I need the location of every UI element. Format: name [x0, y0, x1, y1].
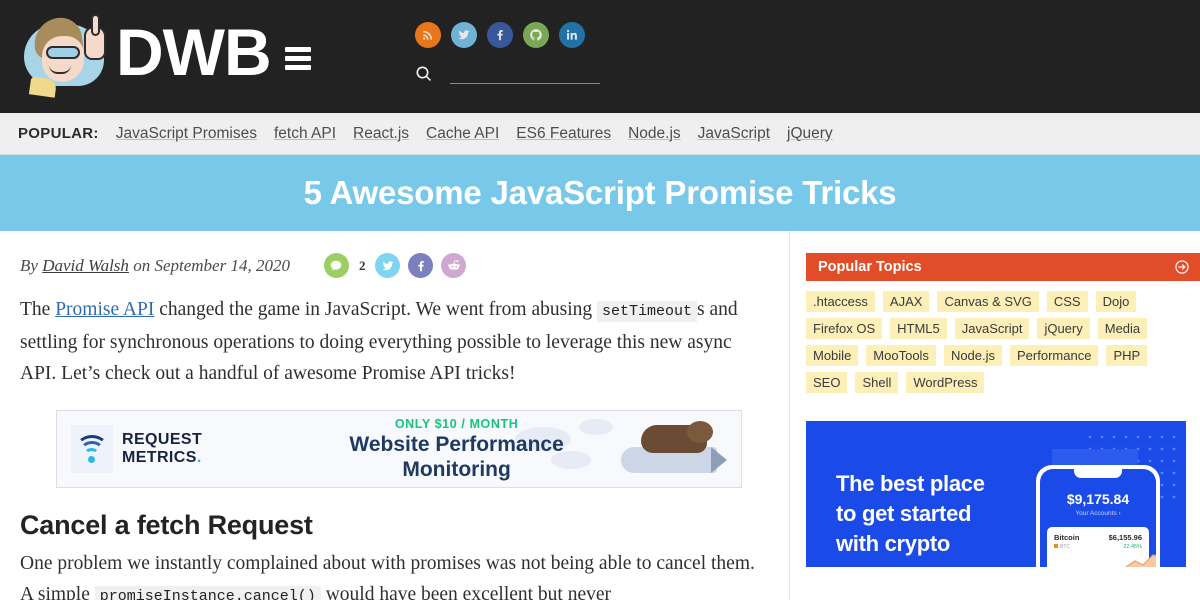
tag-dojo[interactable]: Dojo — [1095, 291, 1137, 312]
comment-icon[interactable] — [323, 253, 349, 278]
article-content: By David Walsh on September 14, 2020 2 T… — [0, 231, 790, 600]
popular-link-jquery[interactable]: jQuery — [787, 125, 833, 143]
popular-link-cache-api[interactable]: Cache API — [426, 125, 499, 143]
asset-price: $6,155.96 — [1108, 533, 1142, 542]
search-icon[interactable] — [415, 65, 433, 83]
tag-php[interactable]: PHP — [1106, 345, 1148, 366]
popular-link-es6-features[interactable]: ES6 Features — [516, 125, 611, 143]
byline-mid: on — [133, 255, 151, 275]
tag-jquery[interactable]: jQuery — [1037, 318, 1090, 339]
tag-mobile[interactable]: Mobile — [806, 345, 859, 366]
promise-api-link[interactable]: Promise API — [55, 299, 154, 320]
twitter-icon[interactable] — [451, 22, 477, 48]
tag-firefox-os[interactable]: Firefox OS — [806, 318, 883, 339]
github-icon[interactable] — [523, 22, 549, 48]
header-right — [415, 22, 600, 84]
crypto-ad-copy: The best place to get started with crypt… — [836, 469, 985, 559]
crypto-ad[interactable]: The best place to get started with crypt… — [806, 421, 1186, 567]
tag-javascript[interactable]: JavaScript — [954, 318, 1030, 339]
inline-code-settimeout: setTimeout — [597, 301, 698, 322]
body-text-2: would have been excellent but never — [320, 584, 612, 600]
your-accounts-link: Your Accounts › — [1075, 510, 1121, 517]
article-meta: By David Walsh on September 14, 2020 2 — [20, 253, 771, 278]
ad-copy: ONLY $10 / MONTH Website Performance Mon… — [172, 417, 741, 482]
account-balance: $9,175.84 — [1066, 491, 1130, 507]
popular-link-javascript[interactable]: JavaScript — [698, 125, 770, 143]
search-input[interactable] — [450, 63, 600, 84]
comment-count: 2 — [358, 257, 366, 273]
ad-headline-line2: Monitoring — [402, 457, 511, 481]
tag-canvas-svg[interactable]: Canvas & SVG — [937, 291, 1039, 312]
request-metrics-ad[interactable]: REQUEST METRICS. ONLY $10 / MONTH Websit… — [56, 410, 742, 488]
page-title: 5 Awesome JavaScript Promise Tricks — [303, 174, 897, 211]
section-paragraph: One problem we instantly complained abou… — [20, 548, 771, 600]
ad-headline-line1: Website Performance — [349, 432, 564, 456]
tag-node-js[interactable]: Node.js — [943, 345, 1003, 366]
intro-text-2: changed the game in JavaScript. We went … — [154, 299, 597, 320]
facebook-icon[interactable] — [487, 22, 513, 48]
section-heading: Cancel a fetch Request — [20, 510, 313, 540]
tag-wordpress[interactable]: WordPress — [906, 372, 985, 393]
tag-css[interactable]: CSS — [1046, 291, 1088, 312]
popular-link-node-js[interactable]: Node.js — [628, 125, 681, 143]
tag-media[interactable]: Media — [1097, 318, 1148, 339]
linkedin-icon[interactable] — [559, 22, 585, 48]
share-buttons: 2 — [323, 253, 467, 278]
brand[interactable]: DWB — [18, 10, 311, 98]
tag-performance[interactable]: Performance — [1010, 345, 1099, 366]
popular-topics-widget-header: Popular Topics — [806, 253, 1200, 281]
share-twitter-icon[interactable] — [375, 253, 401, 278]
sidebar: Popular Topics .htaccess AJAX Canvas & S… — [790, 231, 1200, 600]
share-facebook-icon[interactable] — [408, 253, 434, 278]
site-logo-avatar-icon[interactable] — [18, 10, 110, 98]
byline-prefix: By — [20, 255, 38, 275]
popular-topics-bar: POPULAR: JavaScript Promises fetch API R… — [0, 113, 1200, 155]
phone-mockup: $9,175.84 Your Accounts › Bitcoin BTC $6… — [1036, 465, 1160, 567]
popular-label: POPULAR: — [18, 125, 99, 142]
popular-link-react-js[interactable]: React.js — [353, 125, 409, 143]
post-date: September 14, 2020 — [154, 255, 290, 275]
inline-code-cancel: promiseInstance.cancel() — [94, 586, 321, 600]
tag-mootools[interactable]: MooTools — [866, 345, 936, 366]
intro-paragraph: The Promise API changed the game in Java… — [20, 294, 771, 389]
tag-shell[interactable]: Shell — [855, 372, 899, 393]
hamburger-icon[interactable] — [284, 39, 311, 70]
crypto-line-1: The best place — [836, 471, 985, 496]
share-reddit-icon[interactable] — [441, 253, 467, 278]
asset-card: Bitcoin BTC $6,155.96 22.45% — [1047, 527, 1156, 567]
popular-link-javascript-promises[interactable]: JavaScript Promises — [116, 125, 257, 143]
asset-name: Bitcoin — [1054, 533, 1080, 542]
tag-seo[interactable]: SEO — [806, 372, 848, 393]
author-link[interactable]: David Walsh — [42, 256, 129, 275]
search-area[interactable] — [415, 63, 600, 84]
crypto-line-3: with crypto — [836, 531, 951, 556]
rss-icon[interactable] — [415, 22, 441, 48]
social-links — [415, 22, 600, 48]
ad-kicker: ONLY $10 / MONTH — [394, 416, 519, 431]
page-layout: By David Walsh on September 14, 2020 2 T… — [0, 231, 1200, 600]
tag-htaccess[interactable]: .htaccess — [806, 291, 875, 312]
signal-wave-icon — [71, 425, 113, 473]
site-header: DWB — [0, 0, 1200, 113]
byline: By David Walsh on September 14, 2020 — [20, 256, 290, 276]
crypto-line-2: to get started — [836, 501, 972, 526]
post-title-banner: 5 Awesome JavaScript Promise Tricks — [0, 155, 1200, 231]
intro-text-1: The — [20, 299, 56, 320]
popular-link-fetch-api[interactable]: fetch API — [274, 125, 336, 143]
widget-title: Popular Topics — [818, 259, 922, 275]
sparkline-chart — [1124, 554, 1156, 567]
tag-ajax[interactable]: AJAX — [882, 291, 930, 312]
arrow-circle-right-icon[interactable] — [1174, 259, 1190, 275]
tag-html5[interactable]: HTML5 — [890, 318, 947, 339]
brand-name[interactable]: DWB — [116, 19, 272, 89]
tag-cloud: .htaccess AJAX Canvas & SVG CSS Dojo Fir… — [806, 291, 1178, 393]
phone-notch — [1074, 469, 1122, 478]
